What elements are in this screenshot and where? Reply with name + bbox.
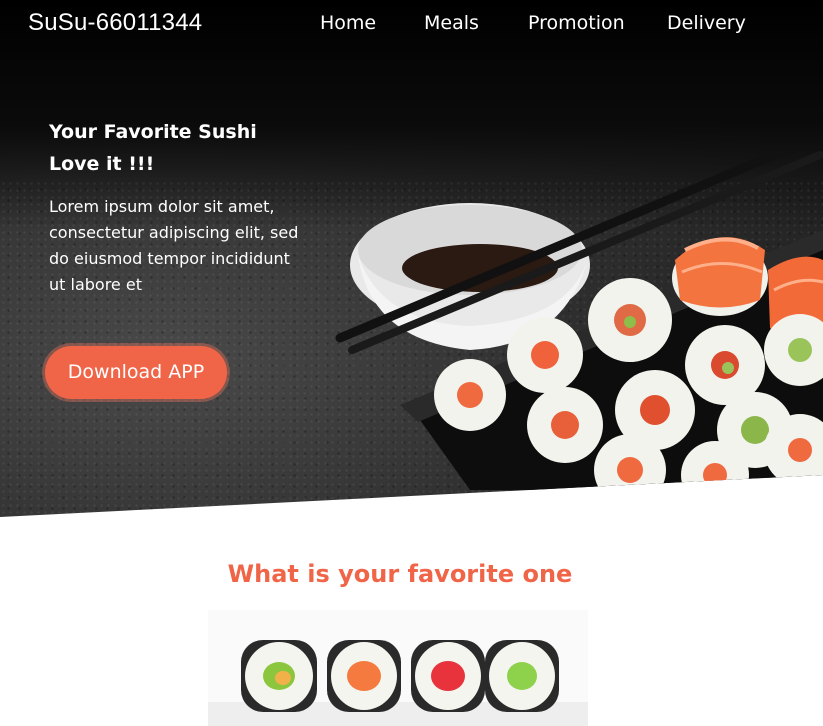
landing-page: SuSu-66011344 Home Meals Promotion Deliv…: [0, 0, 823, 726]
nav-promotion[interactable]: Promotion: [528, 12, 625, 34]
sushi-platter-image: [335, 150, 823, 490]
sushi-rolls-image: [208, 610, 588, 726]
download-app-button[interactable]: Download APP: [45, 346, 227, 399]
section-title: What is your favorite one: [227, 560, 573, 588]
hero-title: Your Favorite Sushi Love it !!!: [49, 121, 257, 175]
nav-home[interactable]: Home: [320, 12, 376, 34]
hero-description: Lorem ipsum dolor sit amet, consectetur …: [49, 197, 299, 294]
nav-meals[interactable]: Meals: [424, 12, 479, 34]
brand-logo[interactable]: SuSu-66011344: [28, 9, 202, 37]
nav-delivery[interactable]: Delivery: [667, 12, 746, 34]
